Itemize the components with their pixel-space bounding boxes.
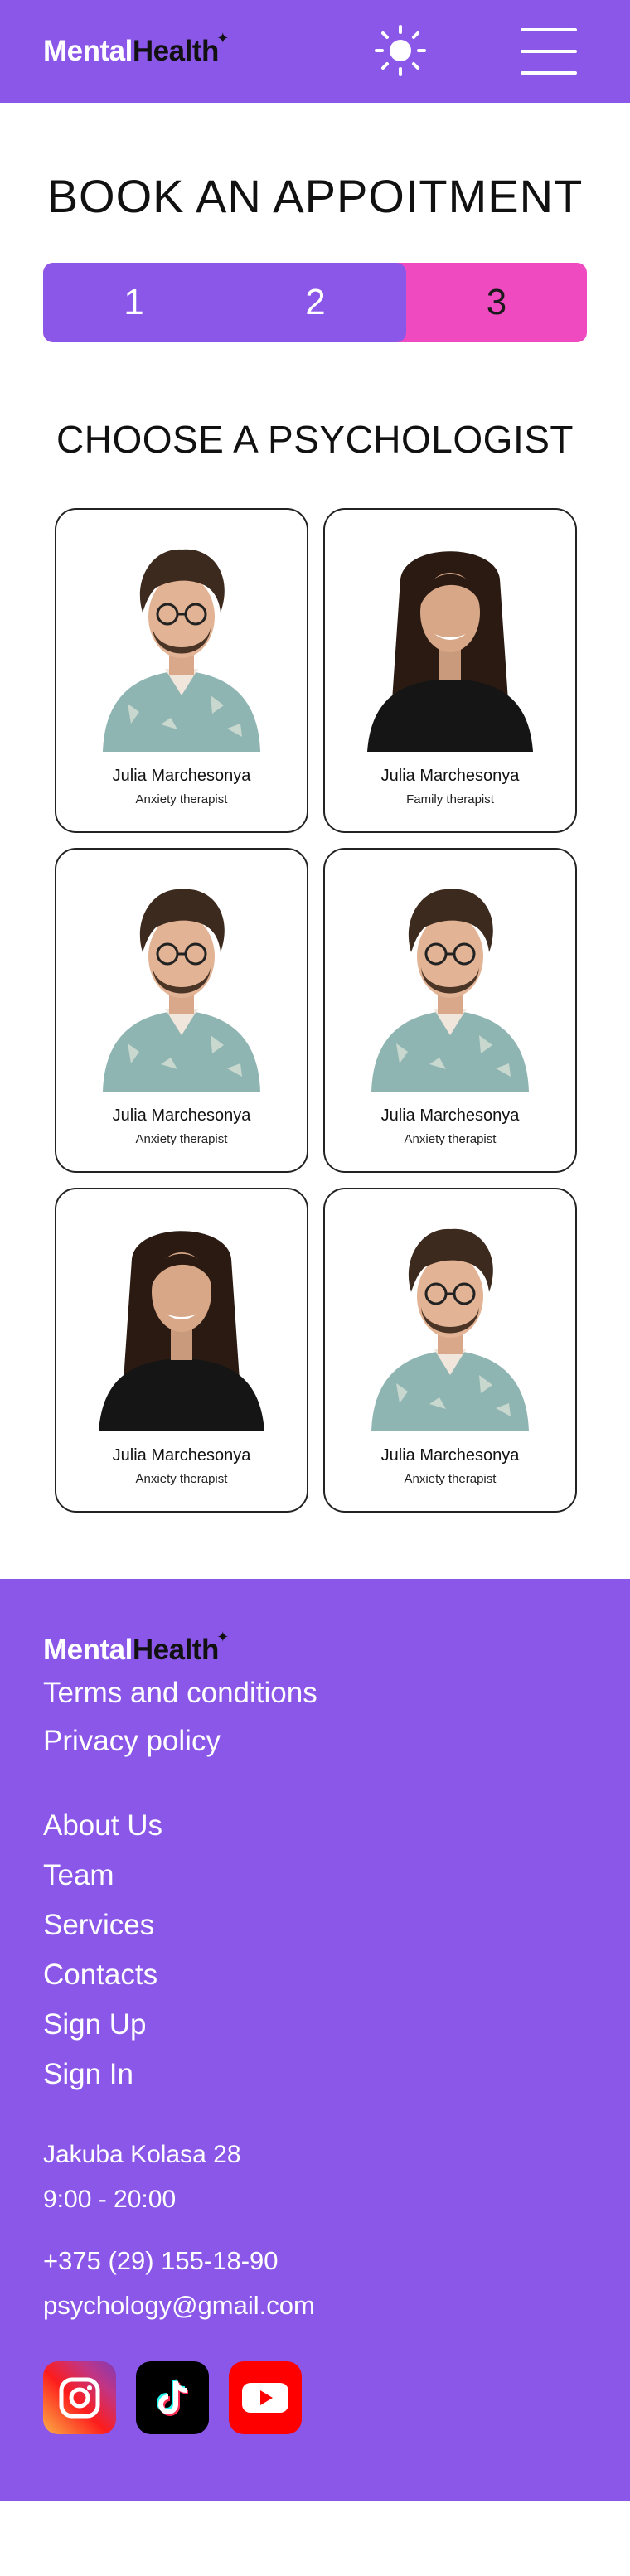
man-with-glasses-photo	[371, 889, 529, 1092]
menu-line	[521, 71, 577, 75]
woman-long-hair-photo	[367, 551, 533, 752]
psychologist-name: Julia Marchesonya	[112, 1106, 251, 1125]
psychologist-card[interactable]: Julia Marchesonya Anxiety therapist	[55, 848, 308, 1173]
section-title: CHOOSE A PSYCHOLOGIST	[56, 418, 574, 461]
psychologist-name: Julia Marchesonya	[112, 767, 251, 785]
sparkle-icon: ✦	[216, 30, 229, 46]
logo-health: Health	[132, 35, 219, 67]
terms-link[interactable]: Terms and conditions	[43, 1677, 587, 1710]
psychologist-card[interactable]: Julia Marchesonya Anxiety therapist	[55, 1188, 308, 1513]
address: Jakuba Kolasa 28	[43, 2141, 241, 2168]
working-hours: 9:00 - 20:00	[43, 2186, 177, 2213]
psychologist-card[interactable]: Julia Marchesonya Family therapist	[323, 508, 577, 833]
man-with-glasses-photo	[371, 1228, 529, 1431]
psychologist-card[interactable]: Julia Marchesonya Anxiety therapist	[55, 508, 308, 833]
psychologist-role: Anxiety therapist	[404, 1132, 497, 1146]
step-3[interactable]: 3	[406, 263, 587, 342]
man-with-glasses-photo	[103, 549, 260, 752]
site-header: MentalHealth ✦	[0, 0, 630, 103]
psychologist-grid: Julia Marchesonya Anxiety therapist Juli…	[55, 508, 577, 1513]
step-1[interactable]: 1	[43, 263, 225, 342]
completed-steps: 1 2	[43, 263, 406, 342]
psychologist-role: Family therapist	[406, 792, 494, 806]
sparkle-icon: ✦	[216, 1629, 229, 1645]
site-footer: MentalHealth ✦ Terms and conditions Priva…	[0, 1579, 630, 2501]
psychologist-role: Anxiety therapist	[404, 1472, 497, 1486]
psychologist-card[interactable]: Julia Marchesonya Anxiety therapist	[323, 848, 577, 1173]
phone-number[interactable]: +375 (29) 155-18-90	[43, 2239, 587, 2283]
psychologist-name: Julia Marchesonya	[380, 1106, 520, 1125]
logo-mental: Mental	[43, 35, 133, 67]
tiktok-icon[interactable]	[136, 2361, 209, 2434]
psychologist-role: Anxiety therapist	[135, 1472, 228, 1486]
woman-long-hair-photo	[99, 1231, 264, 1431]
booking-stepper: 1 2 3	[43, 263, 587, 342]
contact-info: +375 (29) 155-18-90 psychology@gmail.com	[43, 2239, 587, 2328]
step-2[interactable]: 2	[225, 263, 406, 342]
psychologist-card[interactable]: Julia Marchesonya Anxiety therapist	[323, 1188, 577, 1513]
logo[interactable]: MentalHealth ✦	[43, 30, 229, 68]
legal-links: Terms and conditions Privacy policy	[43, 1677, 587, 1758]
email-address[interactable]: psychology@gmail.com	[43, 2283, 587, 2328]
menu-line	[521, 50, 577, 53]
nav-services[interactable]: Services	[43, 1909, 587, 1942]
psychologist-name: Julia Marchesonya	[112, 1446, 251, 1465]
psychologist-name: Julia Marchesonya	[380, 1446, 520, 1465]
social-links	[43, 2361, 587, 2434]
sun-icon[interactable]	[375, 25, 426, 76]
nav-about-us[interactable]: About Us	[43, 1809, 587, 1842]
man-with-glasses-photo	[103, 889, 260, 1092]
hamburger-menu-icon[interactable]	[521, 28, 577, 75]
logo-mental: Mental	[43, 1634, 133, 1666]
psychologist-name: Julia Marchesonya	[380, 767, 520, 785]
instagram-icon[interactable]	[43, 2361, 116, 2434]
menu-line	[521, 28, 577, 31]
psychologist-role: Anxiety therapist	[135, 1132, 228, 1146]
footer-logo[interactable]: MentalHealth ✦	[43, 1629, 229, 1667]
footer-nav: About Us Team Services Contacts Sign Up …	[43, 1809, 587, 2091]
nav-team[interactable]: Team	[43, 1859, 587, 1892]
nav-contacts[interactable]: Contacts	[43, 1959, 587, 1992]
page-title: BOOK AN APPOITMENT	[46, 170, 584, 222]
youtube-icon[interactable]	[229, 2361, 302, 2434]
nav-sign-in[interactable]: Sign In	[43, 2058, 587, 2091]
location-info: Jakuba Kolasa 28 9:00 - 20:00	[43, 2133, 587, 2222]
privacy-link[interactable]: Privacy policy	[43, 1725, 587, 1758]
psychologist-role: Anxiety therapist	[135, 792, 228, 806]
nav-sign-up[interactable]: Sign Up	[43, 2008, 587, 2041]
logo-health: Health	[132, 1634, 219, 1666]
